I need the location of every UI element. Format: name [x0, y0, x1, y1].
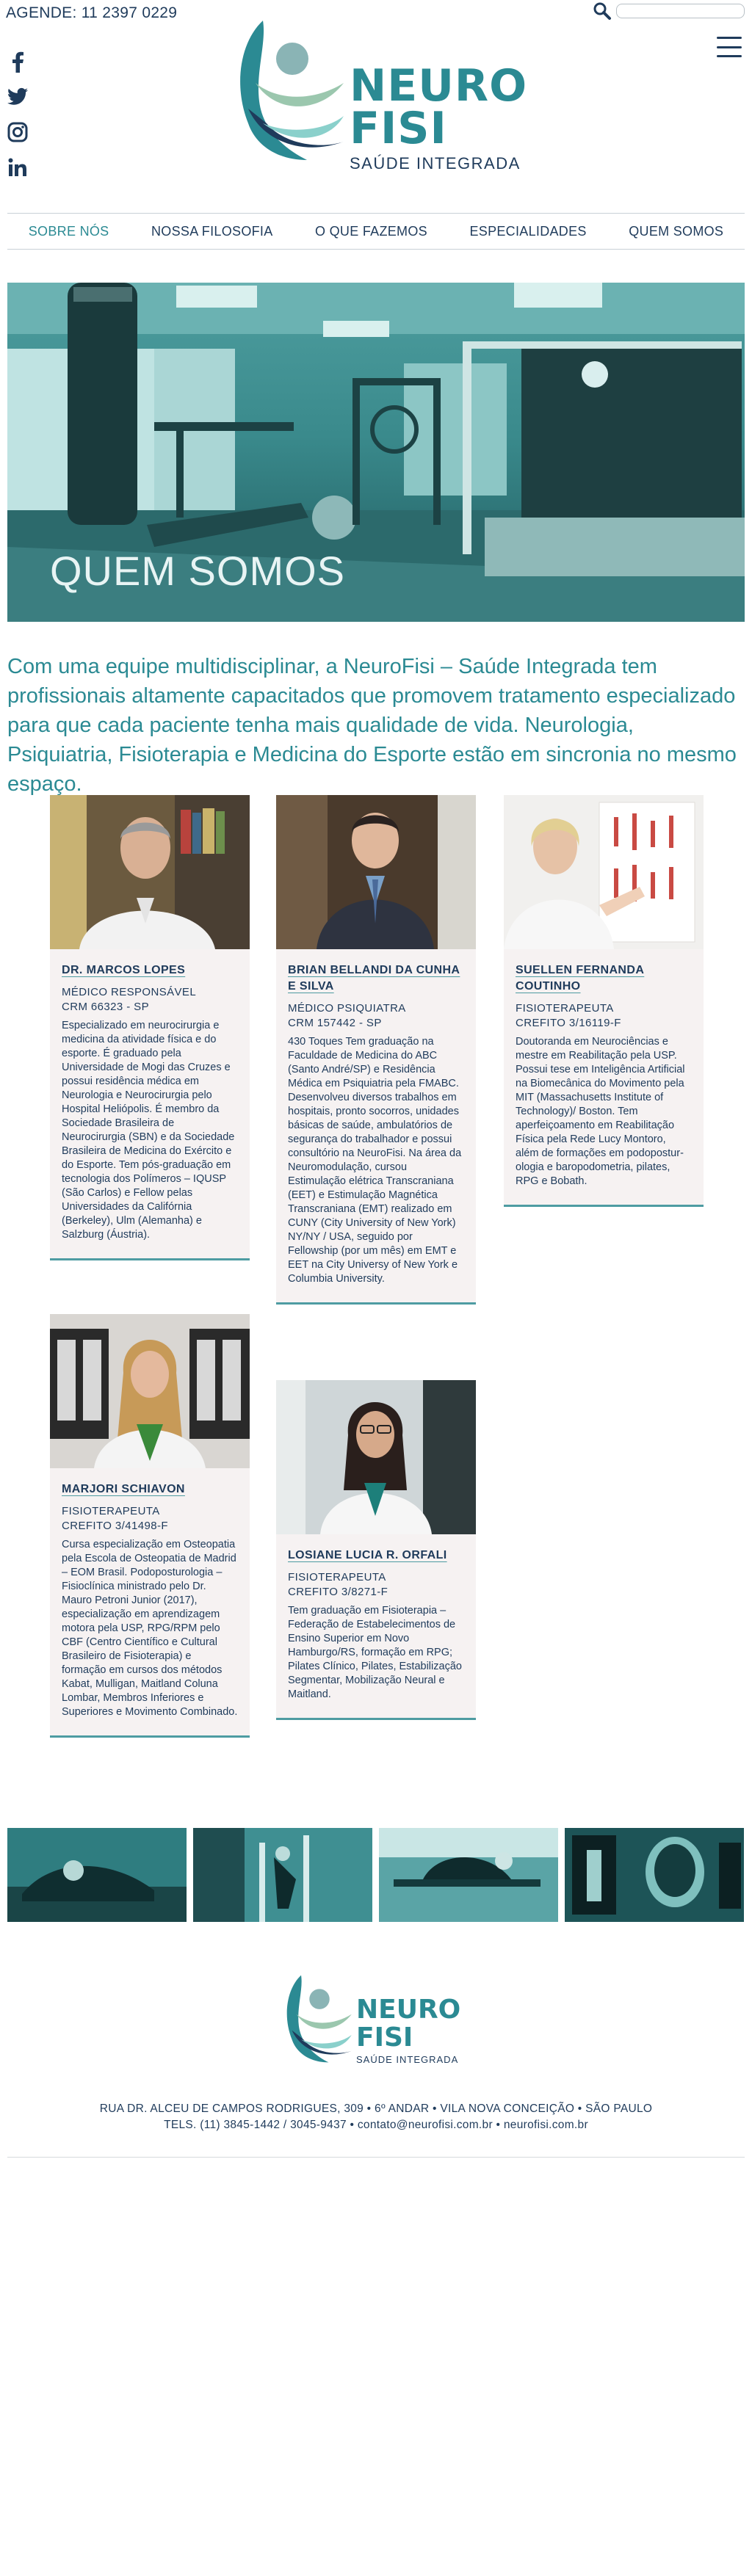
team-registration: CRM 66323 - SP: [62, 1001, 149, 1013]
facebook-icon[interactable]: [7, 51, 28, 73]
instagram-icon[interactable]: [7, 122, 28, 142]
gallery-image[interactable]: [7, 1828, 187, 1922]
team-role: MÉDICO RESPONSÁVEL: [62, 986, 197, 998]
footer-address: RUA DR. ALCEU DE CAMPOS RODRIGUES, 309 •…: [99, 2102, 653, 2115]
team-bio: Doutoranda em Neurociências e mestre em …: [516, 1036, 685, 1187]
gallery-image[interactable]: [379, 1828, 559, 1922]
nav-item-nossa-filosofia[interactable]: NOSSA FILOSOFIA: [151, 224, 273, 239]
search-icon[interactable]: [593, 1, 612, 21]
team-registration: CREFITO 3/41498-F: [62, 1520, 168, 1532]
hero-banner: QUEM SOMOS: [7, 283, 745, 622]
nav-item-quem-somos[interactable]: QUEM SOMOS: [629, 224, 723, 239]
team-bio: 430 Toques Tem graduação na Faculdade de…: [288, 1036, 462, 1285]
photo-gallery: [7, 1828, 745, 1922]
footer-logo[interactable]: NEURO FISI SAÚDE INTEGRADA: [283, 1967, 469, 2070]
phone-number[interactable]: AGENDE: 11 2397 0229: [6, 4, 177, 22]
team-role: FISIOTERAPEUTA: [62, 1505, 160, 1517]
team-bio: Especializado em neurocirurgia e medicin…: [62, 1020, 235, 1241]
team-card: MARJORI SCHIAVON FISIOTERAPEUTA CREFITO …: [50, 1314, 250, 1738]
team-name: MARJORI SCHIAVON: [62, 1483, 185, 1495]
logo[interactable]: NEURO FISI SAÚDE INTEGRADA: [234, 13, 527, 182]
logo-tagline: SAÚDE INTEGRADA: [350, 154, 521, 173]
main-nav: SOBRE NÓS NOSSA FILOSOFIA O QUE FAZEMOS …: [7, 213, 745, 250]
footer-logo-mark: [286, 1975, 352, 2063]
team-card: LOSIANE LUCIA R. ORFALI FISIOTERAPEUTA C…: [276, 1380, 476, 1720]
footer-logo-word-fisi: FISI: [356, 2022, 413, 2053]
team-photo: [504, 795, 704, 949]
team-role: MÉDICO PSIQUIATRA: [288, 1002, 406, 1015]
nav-item-sobre-nos[interactable]: SOBRE NÓS: [29, 224, 109, 239]
team-registration: CRM 157442 - SP: [288, 1017, 382, 1029]
search-input[interactable]: [616, 4, 745, 18]
footer-contact: RUA DR. ALCEU DE CAMPOS RODRIGUES, 309 •…: [0, 2101, 752, 2133]
logo-mark: [240, 21, 344, 160]
footer-divider: [7, 2157, 745, 2158]
logo-word-neuro: NEURO: [350, 60, 528, 112]
team-photo: [50, 795, 250, 949]
team-card: BRIAN BELLANDI DA CUNHA E SILVA MÉDICO P…: [276, 795, 476, 1305]
team-card: SUELLEN FERNANDA COUTINHO FISIOTERAPEUTA…: [504, 795, 704, 1207]
team-photo: [276, 1380, 476, 1534]
footer-logo-word-neuro: NEURO: [356, 1995, 461, 2025]
team-name: LOSIANE LUCIA R. ORFALI: [288, 1549, 447, 1561]
team-registration: CREFITO 3/8271-F: [288, 1586, 388, 1598]
team-name: DR. MARCOS LOPES: [62, 964, 186, 976]
team-role: FISIOTERAPEUTA: [288, 1571, 386, 1583]
nav-item-o-que-fazemos[interactable]: O QUE FAZEMOS: [315, 224, 427, 239]
logo-word-fisi: FISI: [350, 103, 447, 154]
social-links: [7, 51, 28, 178]
team-role: FISIOTERAPEUTA: [516, 1002, 614, 1015]
team-bio: Tem graduação em Fisioterapia – Federaçã…: [288, 1605, 462, 1700]
team-bio: Cursa especialização em Osteopatia pela …: [62, 1539, 238, 1718]
hero-title: QUEM SOMOS: [50, 548, 346, 594]
team-card: DR. MARCOS LOPES MÉDICO RESPONSÁVEL CRM …: [50, 795, 250, 1260]
team-photo: [276, 795, 476, 949]
footer-logo-tagline: SAÚDE INTEGRADA: [356, 2054, 459, 2065]
intro-text: Com uma equipe multidisciplinar, a Neuro…: [7, 655, 737, 796]
team-name: SUELLEN FERNANDA COUTINHO: [516, 964, 645, 993]
menu-icon[interactable]: [717, 37, 742, 57]
footer-phones-email[interactable]: TELS. (11) 3845-1442 / 3045-9437 • conta…: [0, 2117, 752, 2133]
team-name: BRIAN BELLANDI DA CUNHA E SILVA: [288, 964, 460, 993]
search-bar: [593, 1, 745, 21]
twitter-icon[interactable]: [7, 87, 28, 107]
logo-wordmark: NEURO FISI SAÚDE INTEGRADA: [350, 60, 528, 173]
gallery-image[interactable]: [193, 1828, 373, 1922]
nav-item-especialidades[interactable]: ESPECIALIDADES: [469, 224, 586, 239]
gallery-image[interactable]: [565, 1828, 745, 1922]
team-registration: CREFITO 3/16119-F: [516, 1017, 621, 1029]
linkedin-icon[interactable]: [7, 157, 28, 178]
team-photo: [50, 1314, 250, 1468]
